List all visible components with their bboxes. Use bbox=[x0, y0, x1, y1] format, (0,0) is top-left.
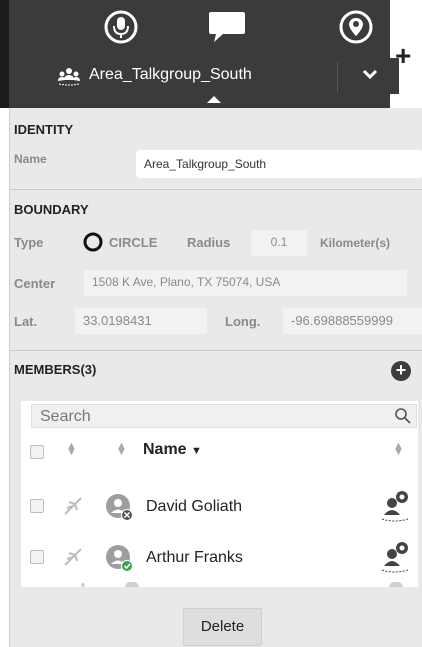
partial-row-indicator bbox=[389, 582, 403, 587]
search-icon[interactable] bbox=[394, 407, 412, 430]
avatar-icon bbox=[105, 544, 135, 579]
sort-icon[interactable]: ▲ ▼ bbox=[66, 441, 77, 458]
separator bbox=[10, 350, 422, 351]
caret-pointer bbox=[207, 96, 221, 103]
avatar-icon bbox=[105, 493, 135, 528]
lat-label: Lat. bbox=[14, 314, 38, 329]
type-label: Type bbox=[14, 235, 44, 250]
search-input[interactable]: Search bbox=[31, 404, 417, 428]
name-column-header[interactable]: Name ▼ bbox=[143, 441, 202, 459]
member-name: Arthur Franks bbox=[146, 549, 243, 566]
long-field[interactable]: -96.69888559999 bbox=[283, 308, 422, 334]
talkgroup-selector[interactable]: Area_Talkgroup_South bbox=[23, 58, 399, 94]
delete-button[interactable]: Delete bbox=[183, 608, 262, 646]
add-button[interactable]: + bbox=[395, 40, 411, 72]
radius-unit: Kilometer(s) bbox=[320, 236, 391, 250]
top-toolbar: Area_Talkgroup_South bbox=[0, 0, 399, 108]
sort-desc-icon: ▼ bbox=[191, 445, 202, 457]
location-user-icon[interactable] bbox=[380, 489, 412, 528]
search-placeholder: Search bbox=[40, 408, 91, 425]
name-field[interactable]: Area_Talkgroup_South bbox=[136, 150, 422, 178]
identity-title: IDENTITY bbox=[14, 122, 74, 137]
separator bbox=[10, 189, 422, 190]
group-icon bbox=[57, 66, 81, 91]
center-label: Center bbox=[14, 276, 56, 291]
talkgroup-panel: Area_Talkgroup_South + IDENTITY Name Are… bbox=[0, 0, 422, 647]
airplane-icon[interactable] bbox=[61, 494, 85, 523]
radius-label: Radius bbox=[187, 235, 231, 250]
boundary-title: BOUNDARY bbox=[14, 202, 89, 217]
partial-row-indicator bbox=[81, 583, 85, 587]
chat-icon[interactable] bbox=[207, 10, 247, 49]
name-column-label: Name bbox=[143, 441, 187, 458]
location-icon[interactable] bbox=[339, 10, 373, 51]
members-list: Search ▲ ▼ ▲ ▼ Name ▼ ▲ ▼ David Goliath … bbox=[21, 401, 418, 587]
member-name: David Goliath bbox=[146, 498, 243, 515]
long-label: Long. bbox=[225, 314, 261, 329]
row-checkbox[interactable] bbox=[30, 499, 44, 513]
location-user-icon[interactable] bbox=[380, 540, 412, 579]
row-checkbox[interactable] bbox=[30, 550, 44, 564]
lat-field[interactable]: 33.0198431 bbox=[75, 308, 207, 334]
partial-row-indicator bbox=[125, 582, 139, 587]
divider bbox=[337, 62, 338, 92]
members-title: MEMBERS(3) bbox=[14, 362, 97, 377]
microphone-icon[interactable] bbox=[104, 10, 138, 49]
name-label: Name bbox=[14, 152, 47, 166]
type-value: CIRCLE bbox=[109, 235, 158, 250]
talkgroup-name: Area_Talkgroup_South bbox=[89, 66, 252, 83]
sort-icon[interactable]: ▲ ▼ bbox=[393, 441, 404, 458]
airplane-icon[interactable] bbox=[61, 545, 85, 574]
sort-icon[interactable]: ▲ ▼ bbox=[116, 441, 127, 458]
circle-icon[interactable] bbox=[83, 232, 103, 257]
select-all-checkbox[interactable] bbox=[30, 445, 44, 459]
details-panel: IDENTITY Name Area_Talkgroup_South BOUND… bbox=[9, 108, 422, 647]
chevron-down-icon[interactable] bbox=[361, 65, 379, 88]
radius-field[interactable]: 0.1 bbox=[251, 230, 307, 256]
center-field[interactable]: 1508 K Ave, Plano, TX 75074, USA bbox=[84, 270, 407, 296]
add-member-button[interactable]: + bbox=[391, 361, 411, 381]
